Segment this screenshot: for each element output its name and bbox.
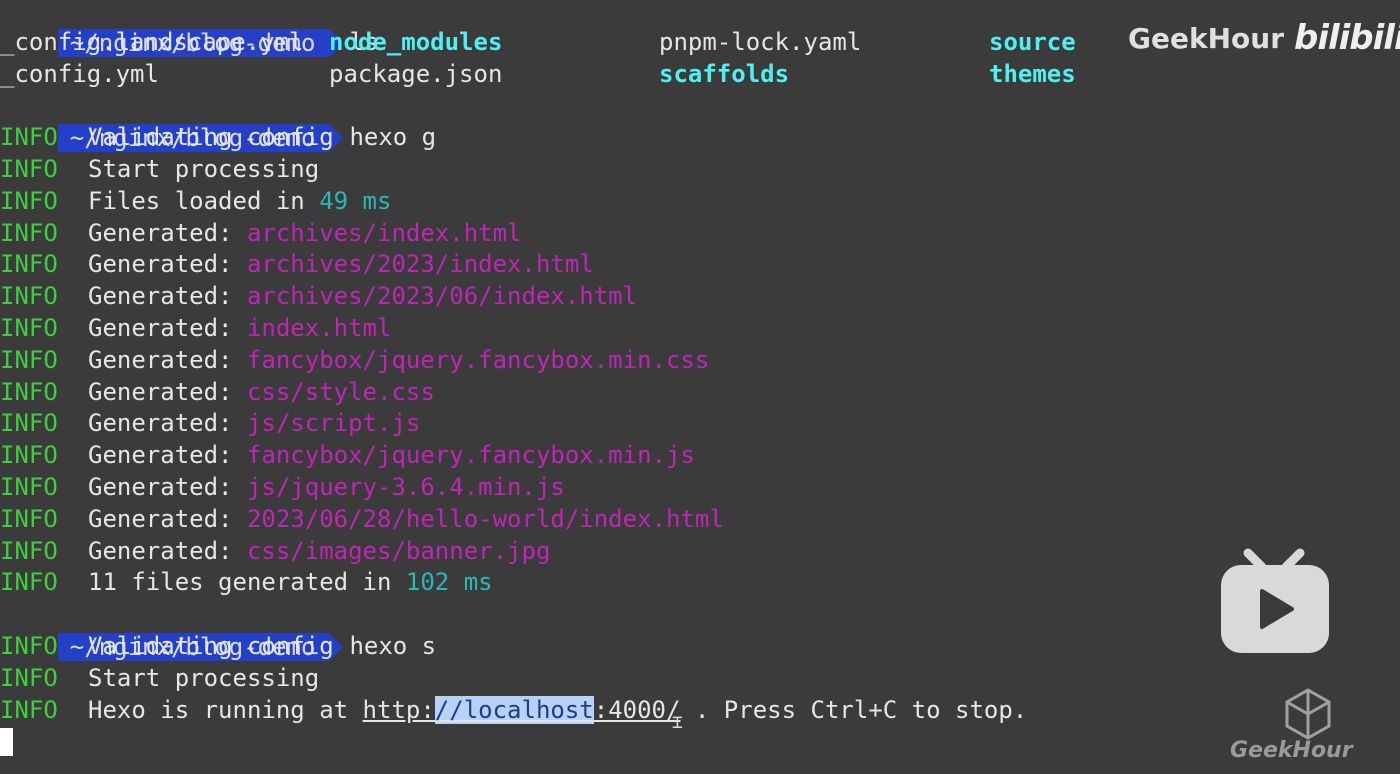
generated-line: INFO Generated: css/style.css xyxy=(0,377,1400,409)
info-label: INFO xyxy=(0,313,58,342)
input-line[interactable] xyxy=(0,726,1400,758)
bilibili-tv-play-icon xyxy=(1218,545,1330,661)
info-label: INFO xyxy=(0,377,58,406)
info-label: INFO xyxy=(0,282,58,311)
log-line: INFO Validating config xyxy=(0,122,1400,154)
log-line: INFO Start processing xyxy=(0,663,1400,695)
log-line: INFO Start processing xyxy=(0,154,1400,186)
generated-label: Generated: xyxy=(88,377,247,406)
log-message: Validating config xyxy=(88,631,334,660)
ls-entry: _config.landscape.yml xyxy=(0,27,304,56)
log-message-suffix: . Press Ctrl+C to stop. xyxy=(680,695,1028,724)
info-label: INFO xyxy=(0,536,58,565)
prompt-line-generate: ~/nginx/blog-demo hexo g xyxy=(0,90,1400,153)
generated-line: INFO Generated: js/jquery-3.6.4.min.js xyxy=(0,472,1400,504)
log-line: INFO Files loaded in 49 ms xyxy=(0,186,1400,218)
log-message: Hexo is running at xyxy=(88,695,363,724)
server-url-link[interactable]: http://localhost:4000/ xyxy=(362,695,681,724)
info-label: INFO xyxy=(0,250,58,279)
generated-line: INFO Generated: js/script.js xyxy=(0,408,1400,440)
log-message: Files loaded in xyxy=(88,186,320,215)
channel-name: GeekHour xyxy=(1128,21,1284,55)
ls-entry: pnpm-lock.yaml xyxy=(659,27,862,56)
generated-line: INFO Generated: archives/2023/06/index.ht… xyxy=(0,281,1400,313)
info-label: INFO xyxy=(0,345,58,374)
generated-file: css/images/banner.jpg xyxy=(246,536,551,565)
elapsed-time: 102 ms xyxy=(405,568,493,597)
generated-label: Generated: xyxy=(88,218,247,247)
generated-file: index.html xyxy=(246,313,392,342)
info-label: INFO xyxy=(0,186,58,215)
generated-file: archives/2023/index.html xyxy=(246,250,594,279)
generated-label: Generated: xyxy=(88,313,247,342)
log-message: Start processing xyxy=(88,663,320,692)
generated-file: archives/index.html xyxy=(246,218,522,247)
log-message: 11 files generated in xyxy=(88,568,406,597)
bilibili-logo: bilibili xyxy=(1294,18,1400,58)
info-label: INFO xyxy=(0,504,58,533)
text-cursor xyxy=(0,728,13,757)
generated-file: fancybox/jquery.fancybox.min.js xyxy=(246,441,695,470)
ls-entry: package.json xyxy=(329,59,503,88)
elapsed-time: 49 ms xyxy=(319,186,392,215)
generated-label: Generated: xyxy=(88,472,247,501)
log-line: INFO Validating config xyxy=(0,631,1400,663)
log-message: Start processing xyxy=(88,154,320,183)
selected-text[interactable]: //localhost xyxy=(434,695,594,724)
generated-label: Generated: xyxy=(88,282,247,311)
ibeam-pointer-icon: ⌶ xyxy=(672,712,683,733)
info-label: INFO xyxy=(0,123,58,152)
generated-file: 2023/06/28/hello-world/index.html xyxy=(246,504,724,533)
info-label: INFO xyxy=(0,441,58,470)
log-line: INFO 11 files generated in 102 ms xyxy=(0,567,1400,599)
url-port-path: :4000/ xyxy=(593,695,681,724)
ls-entry-dir: node_modules xyxy=(329,27,503,56)
info-label: INFO xyxy=(0,568,58,597)
ls-output-row-2: _config.yml package.json scaffolds theme… xyxy=(0,59,1400,91)
ls-entry: _config.yml xyxy=(0,59,159,88)
generated-label: Generated: xyxy=(88,441,247,470)
generated-label: Generated: xyxy=(88,536,247,565)
watermark-bottom-label: GeekHour xyxy=(1230,738,1353,763)
generated-file: fancybox/jquery.fancybox.min.css xyxy=(246,345,710,374)
info-label: INFO xyxy=(0,631,58,660)
generated-line: INFO Generated: css/images/banner.jpg xyxy=(0,536,1400,568)
url-scheme: http: xyxy=(362,695,435,724)
generated-file: css/style.css xyxy=(246,377,435,406)
generated-file: js/script.js xyxy=(246,409,421,438)
generated-label: Generated: xyxy=(88,409,247,438)
server-running-line: INFO Hexo is running at http://localhost:… xyxy=(0,695,1400,727)
generated-line: INFO Generated: index.html xyxy=(0,313,1400,345)
generated-line: INFO Generated: fancybox/jquery.fancybox.… xyxy=(0,440,1400,472)
generated-file: js/jquery-3.6.4.min.js xyxy=(246,472,565,501)
generated-line: INFO Generated: archives/index.html xyxy=(0,218,1400,250)
info-label: INFO xyxy=(0,663,58,692)
ls-entry-dir: source xyxy=(989,27,1076,56)
ls-entry-dir: themes xyxy=(989,59,1076,88)
info-label: INFO xyxy=(0,409,58,438)
generated-label: Generated: xyxy=(88,250,247,279)
info-label: INFO xyxy=(0,218,58,247)
log-message: Validating config xyxy=(88,123,334,152)
info-label: INFO xyxy=(0,695,58,724)
watermark-top: GeekHour bilibili xyxy=(1128,18,1400,58)
generated-label: Generated: xyxy=(88,345,247,374)
info-label: INFO xyxy=(0,472,58,501)
prompt-line-server: ~/nginx/blog-demo hexo s xyxy=(0,599,1400,661)
generated-line: INFO Generated: 2023/06/28/hello-world/in… xyxy=(0,504,1400,536)
generated-label: Generated: xyxy=(88,504,247,533)
generated-file: archives/2023/06/index.html xyxy=(246,282,638,311)
generated-line: INFO Generated: archives/2023/index.html xyxy=(0,249,1400,281)
info-label: INFO xyxy=(0,154,58,183)
terminal-output[interactable]: ~/nginx/blog-demo ls _config.landscape.ym… xyxy=(0,0,1400,758)
ls-entry-dir: scaffolds xyxy=(659,59,790,88)
generated-line: INFO Generated: fancybox/jquery.fancybox.… xyxy=(0,345,1400,377)
